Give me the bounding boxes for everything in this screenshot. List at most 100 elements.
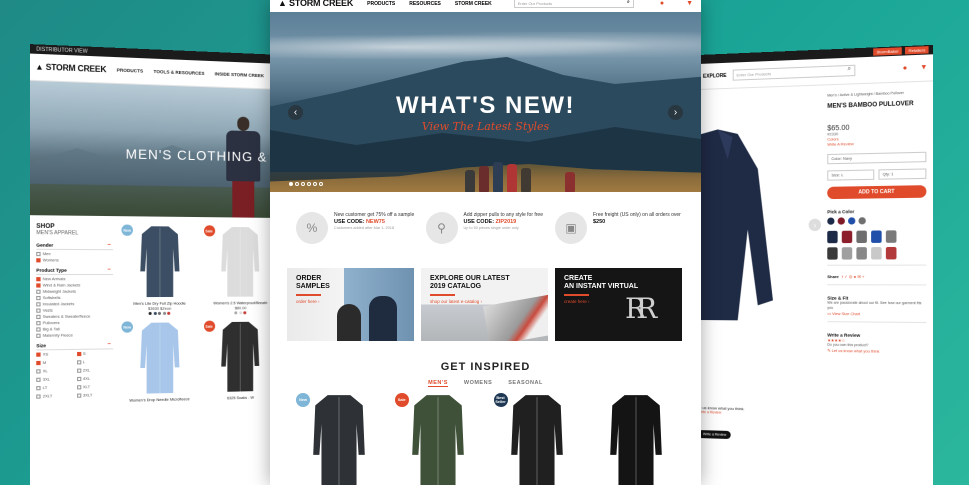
- color-swatch[interactable]: [837, 217, 845, 225]
- color-thumbnail[interactable]: [871, 247, 882, 260]
- filter-group-type[interactable]: Product Type: [36, 267, 114, 275]
- color-thumbnail[interactable]: [841, 247, 853, 260]
- filter-group-gender[interactable]: Gender: [36, 242, 114, 251]
- review-link[interactable]: ✎ Let us know what you think: [827, 348, 926, 355]
- filter-option[interactable]: New Arrivals: [36, 277, 113, 282]
- color-thumbnail[interactable]: [827, 247, 838, 260]
- nav-inside[interactable]: INSIDE STORM CREEK: [215, 71, 265, 78]
- color-swatch[interactable]: [243, 311, 247, 315]
- filter-option[interactable]: S: [76, 351, 114, 357]
- write-review-button[interactable]: Write a Review: [698, 430, 732, 440]
- color-swatch[interactable]: [827, 217, 835, 225]
- tile-catalog[interactable]: EXPLORE OUR LATEST 2019 CATALOG shop our…: [421, 268, 548, 341]
- filter-option[interactable]: XS: [36, 352, 73, 357]
- tab-seasonal[interactable]: SEASONAL: [508, 380, 543, 387]
- filter-option[interactable]: M: [36, 360, 73, 366]
- size-chart-link[interactable]: ▭ View Size Chart: [827, 311, 926, 317]
- color-swatch[interactable]: [848, 217, 856, 225]
- inspired-product-card[interactable]: Best Seller: [492, 393, 583, 485]
- filter-option[interactable]: L: [76, 360, 114, 365]
- color-swatch[interactable]: [234, 311, 238, 315]
- checkbox[interactable]: [36, 377, 41, 382]
- color-thumbnail[interactable]: [856, 247, 867, 260]
- checkbox[interactable]: [36, 289, 41, 294]
- checkbox[interactable]: [36, 258, 41, 263]
- checkbox[interactable]: [36, 333, 41, 338]
- color-swatch[interactable]: [167, 311, 171, 315]
- color-thumbnail[interactable]: [871, 230, 882, 243]
- filter-option[interactable]: Sweaters & Sweaterfleece: [36, 314, 113, 320]
- filter-option[interactable]: Pullovers: [36, 320, 113, 326]
- filter-option[interactable]: 2XL: [76, 368, 114, 373]
- color-thumbnail[interactable]: [885, 246, 897, 260]
- search-icon[interactable]: ⌕: [848, 66, 852, 73]
- tab-womens[interactable]: WOMENS: [464, 380, 492, 387]
- checkbox[interactable]: [36, 283, 41, 288]
- inspired-product-card[interactable]: New: [294, 393, 385, 485]
- tile-order-samples[interactable]: ORDER SAMPLES order here ›: [287, 268, 414, 341]
- product-image[interactable]: [203, 320, 277, 394]
- write-review-link[interactable]: Write A Review: [827, 140, 926, 148]
- carousel-dot[interactable]: [319, 182, 323, 186]
- color-thumbnail[interactable]: [856, 230, 867, 244]
- checkbox[interactable]: [76, 376, 81, 382]
- checkbox[interactable]: [36, 308, 41, 313]
- checkbox[interactable]: [36, 295, 41, 301]
- color-swatch[interactable]: [239, 311, 243, 315]
- checkbox[interactable]: [36, 251, 41, 257]
- filter-option[interactable]: XLT: [76, 385, 114, 390]
- breadcrumb[interactable]: Men's / Active & Lightweight / Bamboo Pu…: [827, 90, 926, 98]
- inspired-product-card[interactable]: Sale: [393, 393, 484, 485]
- filter-option[interactable]: Maternity Fleece: [36, 333, 113, 338]
- product-card[interactable]: New Women's Drop Needle Microfleece: [121, 321, 197, 405]
- qty-select[interactable]: Qty: 1: [878, 168, 927, 180]
- filter-option[interactable]: Vests: [36, 308, 113, 313]
- product-card[interactable]: Sale 6325 Soaks - W: [203, 320, 277, 403]
- carousel-dot[interactable]: [289, 182, 293, 186]
- size-select[interactable]: Size: L: [827, 169, 875, 181]
- storm-creek-logo[interactable]: ▲ STORM CREEK: [35, 62, 106, 74]
- retailers-link[interactable]: Retailers: [905, 46, 929, 55]
- filter-group-size[interactable]: Size: [36, 342, 114, 351]
- product-name[interactable]: 6325 Soaks - W: [203, 395, 277, 402]
- checkbox[interactable]: [76, 360, 81, 365]
- carousel-dot[interactable]: [313, 182, 317, 186]
- promo-sample[interactable]: % New customer get 75% off a sample USE …: [296, 212, 424, 264]
- share-icons[interactable]: f ✓ ◎ ● ✉ +: [842, 274, 865, 279]
- tile-link[interactable]: create here ›: [564, 299, 673, 304]
- checkbox[interactable]: [36, 327, 41, 332]
- nav-tools[interactable]: TOOLS & RESOURCES: [154, 69, 205, 76]
- promo-zipper[interactable]: ⚲ Add zipper pulls to any style for free…: [425, 212, 554, 264]
- color-thumbnail[interactable]: [885, 230, 897, 243]
- color-swatch[interactable]: [148, 311, 152, 316]
- filter-option[interactable]: 4XL: [76, 376, 114, 382]
- product-card[interactable]: Sale Women's 2.5 Waterproof/Breath $80.00: [203, 225, 277, 315]
- checkbox[interactable]: [36, 394, 41, 399]
- carousel-dot[interactable]: [307, 182, 311, 186]
- checkbox[interactable]: [76, 385, 81, 390]
- checkbox[interactable]: [76, 351, 81, 357]
- filter-option[interactable]: Midweight Jackets: [36, 289, 113, 294]
- checkbox[interactable]: [36, 386, 41, 391]
- hero-subtitle-link[interactable]: View The Latest Styles: [270, 120, 701, 133]
- product-image[interactable]: [121, 224, 197, 298]
- filter-option[interactable]: 2XLT: [36, 394, 73, 399]
- nav-explore[interactable]: EXPLORE: [703, 72, 727, 79]
- inspired-product-card[interactable]: [590, 393, 681, 485]
- user-icon[interactable]: ●: [903, 65, 908, 72]
- carousel-next-arrow[interactable]: ›: [668, 105, 683, 120]
- cart-icon[interactable]: ▼: [920, 64, 927, 72]
- search-icon[interactable]: ⌕: [627, 0, 630, 5]
- checkbox[interactable]: [36, 277, 41, 282]
- nav-products[interactable]: PRODUCTS: [367, 1, 395, 7]
- gallery-next-arrow[interactable]: ›: [808, 218, 822, 232]
- color-thumbnail[interactable]: [841, 230, 853, 244]
- product-card[interactable]: New Men's Lite Dry Full Zip Hoodie $3630 $…: [121, 224, 197, 316]
- tile-virtual[interactable]: RR CREATE AN INSTANT VIRTUAL create here…: [555, 268, 682, 341]
- cart-icon[interactable]: ▼: [686, 0, 693, 7]
- checkbox[interactable]: [36, 314, 41, 320]
- filter-option[interactable]: XL: [36, 369, 73, 374]
- nav-storm-creek[interactable]: STORM CREEK: [455, 1, 492, 7]
- product-image[interactable]: [203, 225, 277, 298]
- carousel-prev-arrow[interactable]: ‹: [288, 105, 303, 120]
